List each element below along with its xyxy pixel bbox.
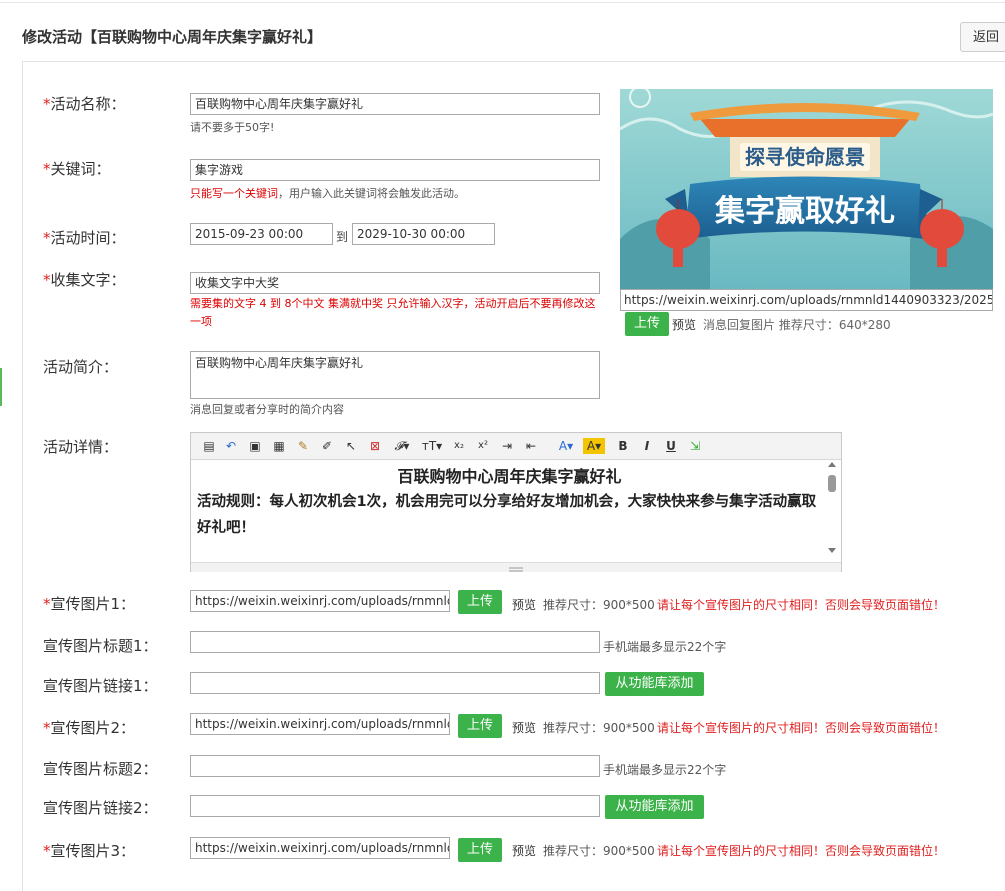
promo-image-2-preview-link[interactable]: 预览 bbox=[512, 719, 536, 736]
rich-text-editor[interactable]: ▤ ↶ ▣ ▦ ✎ ✐ ↖ ⊠ 𝓕▾ тT▾ x₂ x² ⇥ ⇤ A▾ A▾ B… bbox=[190, 432, 842, 572]
editor-content[interactable]: 百联购物中心周年庆集字赢好礼 活动规则：每人初次机会1次，机会用完可以分享给好友… bbox=[197, 465, 822, 563]
promo-title-2-hint: 手机端最多显示22个字 bbox=[603, 763, 727, 777]
bold-icon[interactable]: B bbox=[615, 438, 631, 454]
font-color-icon[interactable]: A▾ bbox=[555, 438, 577, 454]
activity-name-input[interactable]: 百联购物中心周年庆集字赢好礼 bbox=[190, 93, 600, 115]
promo-link-1-input[interactable] bbox=[190, 672, 600, 694]
back-button[interactable]: 返回 bbox=[960, 22, 1005, 52]
promo-image-2-url-input[interactable]: https://weixin.weixinrj.com/uploads/rnmn… bbox=[190, 713, 450, 735]
font-size-icon[interactable]: тT▾ bbox=[421, 438, 443, 454]
promo-image-1-preview-link[interactable]: 预览 bbox=[512, 596, 536, 613]
promo-image-3-label: *宣传图片3： bbox=[43, 842, 136, 860]
collect-text-help: 需要集的文字 4 到 8个中文 集满就中奖 只允许输入汉字，活动开启后不要再修改… bbox=[190, 297, 596, 328]
cover-image-preview: 探寻使命愿景 集字赢取好礼 bbox=[620, 89, 993, 289]
end-time-input[interactable]: 2029-10-30 00:00 bbox=[352, 223, 495, 245]
editor-heading: 百联购物中心周年庆集字赢好礼 bbox=[397, 467, 622, 486]
paste-icon[interactable]: ▣ bbox=[247, 438, 263, 454]
promo-image-2-upload-button[interactable]: 上传 bbox=[458, 714, 502, 738]
clear-format-icon[interactable]: ✎ bbox=[295, 438, 311, 454]
promo-image-1-url-input[interactable]: https://weixin.weixinrj.com/uploads/rnmn… bbox=[190, 590, 450, 612]
activity-time-label: *活动时间： bbox=[43, 229, 126, 247]
superscript-icon[interactable]: x² bbox=[475, 438, 491, 454]
promo-link-1-library-button[interactable]: 从功能库添加 bbox=[605, 672, 704, 696]
promo-link-2-library-button[interactable]: 从功能库添加 bbox=[605, 795, 704, 819]
active-indicator bbox=[0, 368, 2, 406]
promo-image-2-warning: 请让每个宣传图片的尺寸相同！否则会导致页面错位！ bbox=[657, 721, 946, 735]
activity-name-help: 请不要多于50字! bbox=[190, 121, 275, 134]
keyword-label: *关键词： bbox=[43, 160, 111, 178]
select-all-icon[interactable]: ↖ bbox=[343, 438, 359, 454]
paste-word-icon[interactable]: ▦ bbox=[271, 438, 287, 454]
promo-title-1-input[interactable] bbox=[190, 631, 600, 653]
promo-image-2-label: *宣传图片2： bbox=[43, 719, 136, 737]
promo-image-1-size-hint: 推荐尺寸：900*500 bbox=[543, 598, 655, 612]
banner-headline-text: 集字赢取好礼 bbox=[714, 194, 895, 229]
keyword-help: 只能写一个关键词，用户输入此关键词将会触发此活动。 bbox=[190, 187, 465, 200]
format-brush-icon[interactable]: ✐ bbox=[319, 438, 335, 454]
editor-toolbar: ▤ ↶ ▣ ▦ ✎ ✐ ↖ ⊠ 𝓕▾ тT▾ x₂ x² ⇥ ⇤ A▾ A▾ B… bbox=[191, 433, 841, 460]
promo-image-3-warning: 请让每个宣传图片的尺寸相同！否则会导致页面错位！ bbox=[657, 844, 946, 858]
promo-link-1-label: 宣传图片链接1： bbox=[43, 677, 158, 695]
cover-preview-link[interactable]: 预览 bbox=[672, 316, 696, 333]
editor-scrollbar[interactable] bbox=[825, 461, 839, 561]
promo-title-2-label: 宣传图片标题2： bbox=[43, 760, 158, 778]
promo-title-1-label: 宣传图片标题1： bbox=[43, 637, 158, 655]
start-time-input[interactable]: 2015-09-23 00:00 bbox=[190, 223, 333, 245]
highlight-color-icon[interactable]: A▾ bbox=[583, 438, 605, 454]
time-separator: 到 bbox=[336, 230, 349, 244]
source-icon[interactable]: ▤ bbox=[201, 438, 217, 454]
collect-text-input[interactable]: 收集文字中大奖 bbox=[190, 272, 600, 294]
cover-upload-button[interactable]: 上传 bbox=[625, 312, 669, 336]
indent-icon[interactable]: ⇥ bbox=[499, 438, 515, 454]
keyword-input[interactable]: 集字游戏 bbox=[190, 159, 600, 181]
detail-label: 活动详情： bbox=[43, 438, 119, 456]
intro-textarea[interactable]: 百联购物中心周年庆集字赢好礼 bbox=[190, 351, 600, 399]
editor-resize-handle[interactable] bbox=[191, 562, 841, 572]
promo-link-2-label: 宣传图片链接2： bbox=[43, 799, 158, 817]
promo-title-1-hint: 手机端最多显示22个字 bbox=[603, 640, 727, 654]
promo-image-1-upload-button[interactable]: 上传 bbox=[458, 590, 502, 614]
promo-image-3-url-input[interactable]: https://weixin.weixinrj.com/uploads/rnmn… bbox=[190, 837, 450, 859]
horizontal-rule-icon[interactable]: ⇲ bbox=[687, 438, 703, 454]
promo-image-1-label: *宣传图片1： bbox=[43, 595, 136, 613]
intro-help: 消息回复或者分享时的简介内容 bbox=[190, 403, 344, 416]
undo-icon[interactable]: ↶ bbox=[223, 438, 239, 454]
promo-title-2-input[interactable] bbox=[190, 755, 600, 777]
activity-name-label: *活动名称： bbox=[43, 95, 126, 113]
intro-label: 活动简介： bbox=[43, 358, 119, 376]
page-header: 修改活动【百联购物中心周年庆集字赢好礼】 返回 bbox=[0, 0, 1005, 62]
outdent-icon[interactable]: ⇤ bbox=[523, 438, 539, 454]
cover-size-hint: 消息回复图片 推荐尺寸：640*280 bbox=[703, 318, 891, 332]
italic-icon[interactable]: I bbox=[639, 438, 655, 454]
banner-title-text: 探寻使命愿景 bbox=[745, 145, 865, 169]
promo-image-3-preview-link[interactable]: 预览 bbox=[512, 842, 536, 859]
cover-image-url-input[interactable]: https://weixin.weixinrj.com/uploads/rnmn… bbox=[620, 289, 993, 311]
collect-text-label: *收集文字： bbox=[43, 271, 126, 289]
fullscreen-icon[interactable]: ⊠ bbox=[367, 438, 383, 454]
subscript-icon[interactable]: x₂ bbox=[451, 438, 467, 454]
promo-image-3-upload-button[interactable]: 上传 bbox=[458, 838, 502, 862]
underline-icon[interactable]: U bbox=[663, 438, 679, 454]
promo-image-3-size-hint: 推荐尺寸：900*500 bbox=[543, 844, 655, 858]
promo-image-1-warning: 请让每个宣传图片的尺寸相同！否则会导致页面错位！ bbox=[657, 598, 946, 612]
editor-paragraph: 活动规则：每人初次机会1次，机会用完可以分享给好友增加机会，大家快快来参与集字活… bbox=[197, 494, 817, 536]
promo-link-2-input[interactable] bbox=[190, 795, 600, 817]
promo-image-2-size-hint: 推荐尺寸：900*500 bbox=[543, 721, 655, 735]
page-title: 修改活动【百联购物中心周年庆集字赢好礼】 bbox=[22, 28, 323, 46]
font-family-icon[interactable]: 𝓕▾ bbox=[391, 438, 413, 454]
